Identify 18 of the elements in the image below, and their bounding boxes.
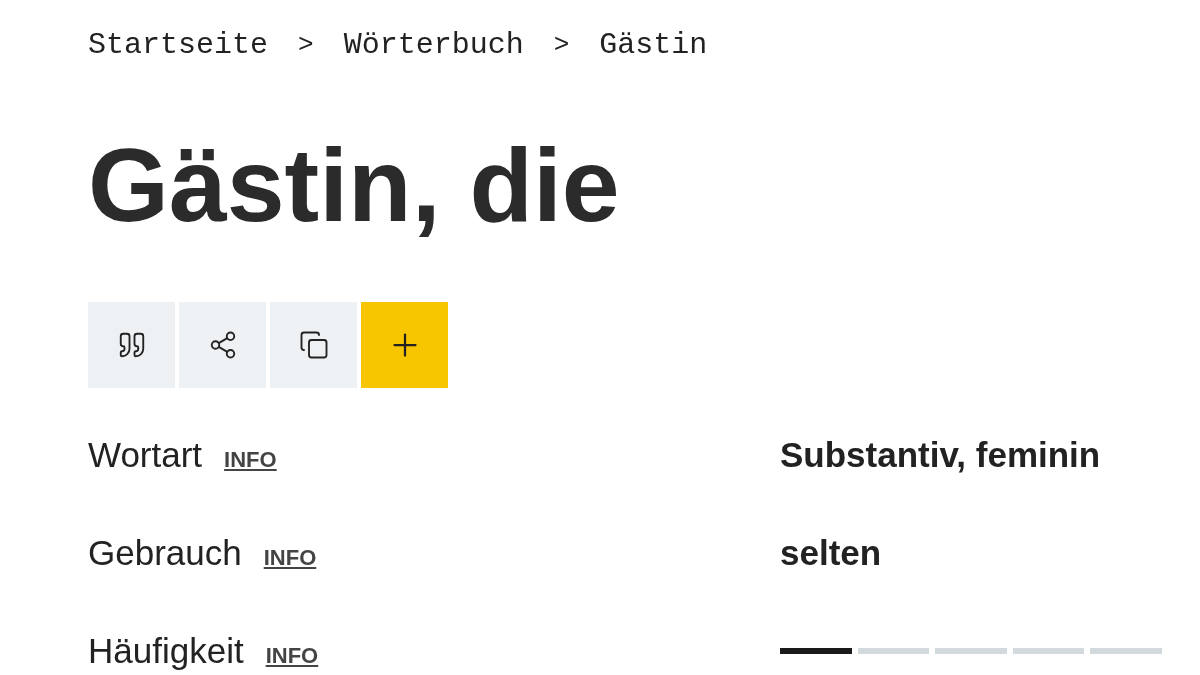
info-link[interactable]: INFO bbox=[265, 638, 319, 672]
breadcrumb-link[interactable]: Wörterbuch bbox=[343, 22, 524, 68]
property-value: selten bbox=[780, 531, 883, 574]
breadcrumb-separator: > bbox=[553, 28, 570, 62]
page-title: Gästin, die bbox=[88, 133, 620, 237]
cite-button[interactable] bbox=[88, 302, 175, 388]
info-link[interactable]: INFO bbox=[263, 540, 317, 574]
property-label: Gebrauch bbox=[88, 531, 242, 574]
property-value: Substantiv, feminin bbox=[780, 433, 1102, 476]
property-label: Wortart bbox=[88, 433, 203, 476]
copy-button[interactable] bbox=[270, 302, 357, 388]
copy-icon bbox=[298, 330, 329, 360]
breadcrumb-link[interactable]: Startseite bbox=[88, 22, 269, 68]
property-label: Häufigkeit bbox=[88, 629, 244, 672]
info-link[interactable]: INFO bbox=[224, 442, 277, 476]
breadcrumb-current: Gästin bbox=[599, 26, 708, 64]
share-button[interactable] bbox=[179, 302, 266, 388]
breadcrumb-separator: > bbox=[298, 28, 314, 62]
